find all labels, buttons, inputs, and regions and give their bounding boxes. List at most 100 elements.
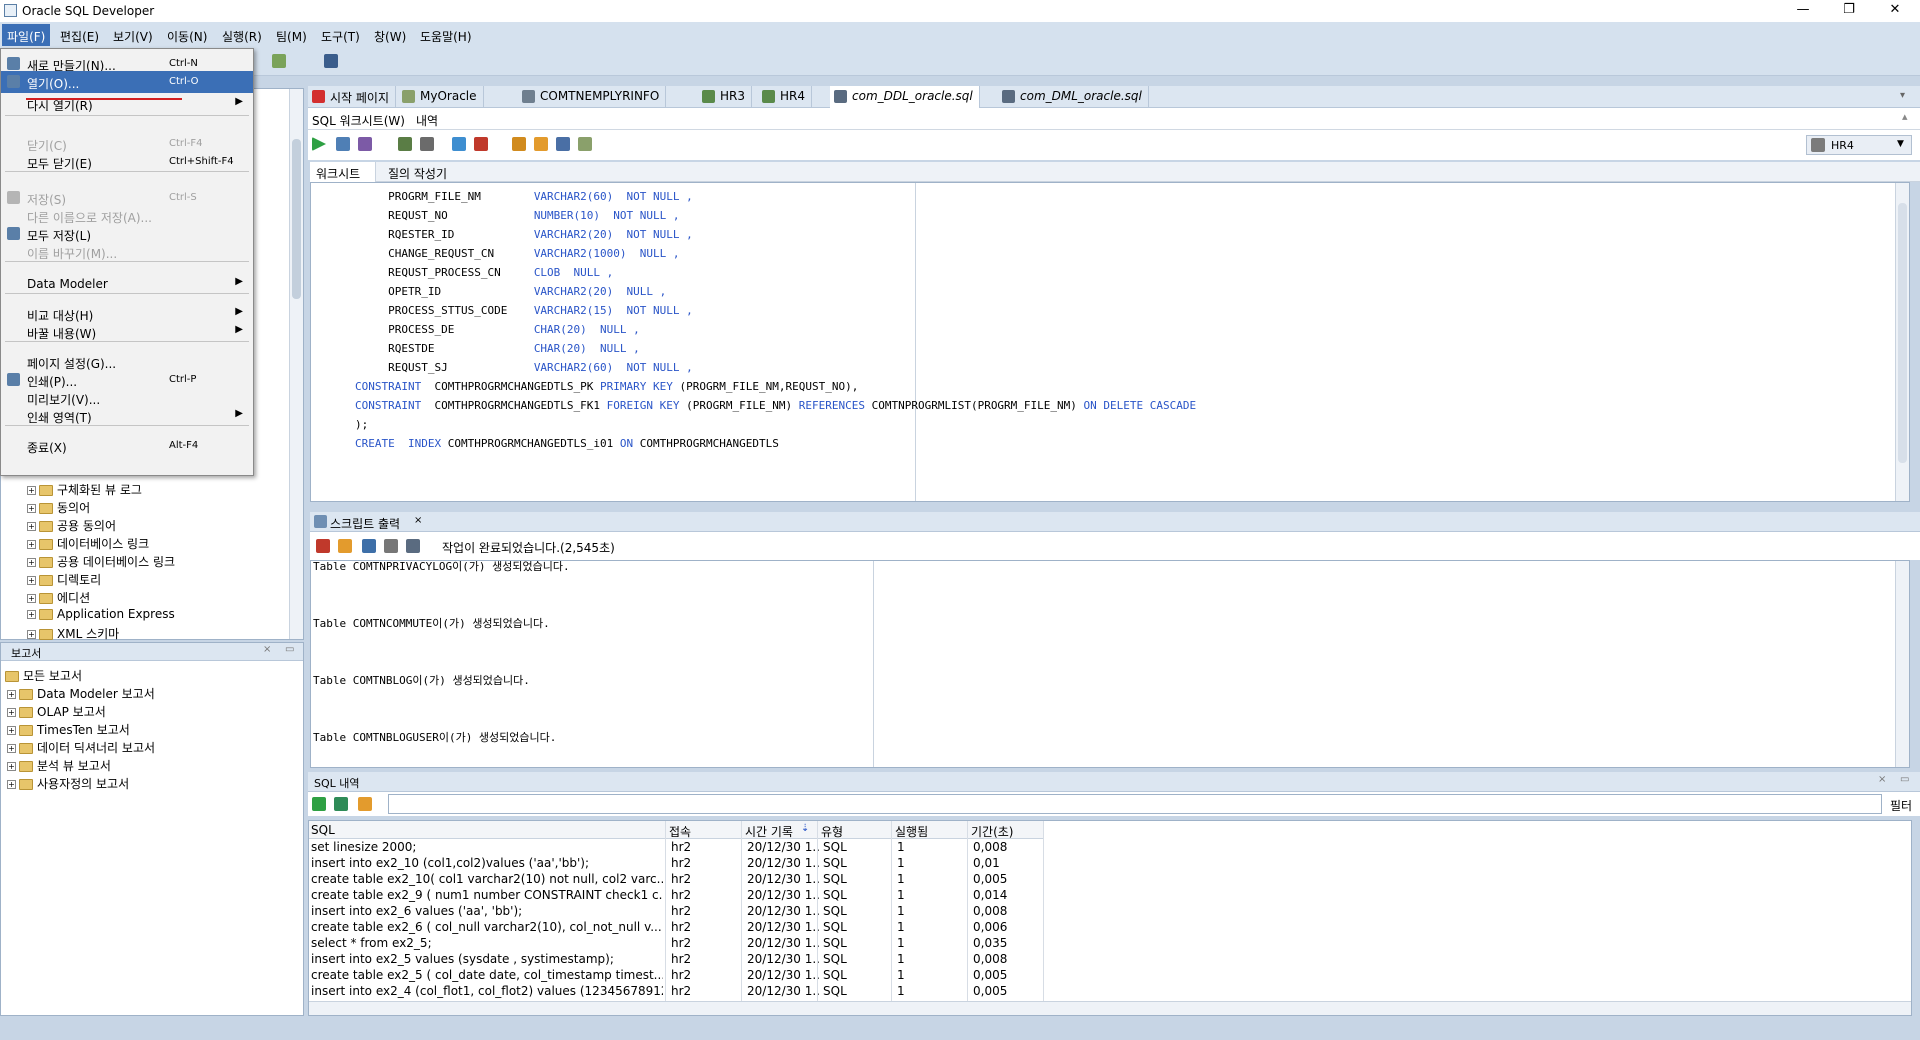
history-row[interactable]: insert into ex2_6 values ('aa', 'bb'); hr… xyxy=(309,903,1043,919)
reports-root[interactable]: 모든 보고서 xyxy=(5,667,82,685)
output-scrollbar[interactable] xyxy=(1895,561,1909,767)
expand-icon[interactable]: + xyxy=(7,708,16,717)
col-timestamp[interactable]: 시간 기록 xyxy=(745,823,793,840)
file-menu-item[interactable]: 인쇄 영역(T) ▶ xyxy=(1,405,253,427)
history-row[interactable]: create table ex2_10( col1 varchar2(10) n… xyxy=(309,871,1043,887)
append-icon[interactable] xyxy=(312,797,326,811)
clear-icon[interactable] xyxy=(534,137,548,151)
menu-tools[interactable]: 도구(T) xyxy=(321,28,360,45)
history-label[interactable]: 내역 xyxy=(416,112,438,129)
menu-run[interactable]: 실행(R) xyxy=(222,28,262,45)
pin-icon[interactable] xyxy=(316,539,330,553)
history-row[interactable]: insert into ex2_10 (col1,col2)values ('a… xyxy=(309,855,1043,871)
save-icon[interactable] xyxy=(362,539,376,553)
export-icon[interactable] xyxy=(406,539,420,553)
tab-worksheet[interactable]: 워크시트 xyxy=(316,165,360,182)
replace-icon[interactable] xyxy=(334,797,348,811)
editor-tab[interactable]: MyOracle xyxy=(398,86,484,108)
tree-item[interactable]: + 디렉토리 xyxy=(27,571,101,589)
filter-input[interactable] xyxy=(388,794,1882,814)
file-menu-item[interactable]: 이름 바꾸기(M)... xyxy=(1,241,253,263)
script-output-area[interactable]: Table COMTNPRIVACYLOG이(가) 생성되었습니다. Table … xyxy=(310,560,1910,768)
eraser-icon[interactable] xyxy=(338,539,352,553)
tree-item[interactable]: + 데이터베이스 링크 xyxy=(27,535,149,553)
expand-icon[interactable]: + xyxy=(27,610,36,619)
menu-edit[interactable]: 편집(E) xyxy=(60,28,99,45)
file-menu-item[interactable]: 종료(X) Alt-F4 xyxy=(1,435,253,457)
menu-navigate[interactable]: 이동(N) xyxy=(167,28,207,45)
report-item[interactable]: + 사용자정의 보고서 xyxy=(7,775,129,793)
connection-selector[interactable]: HR4 ▼ xyxy=(1806,135,1912,155)
clear-history-icon[interactable] xyxy=(358,797,372,811)
col-sql[interactable]: SQL xyxy=(311,823,335,837)
history-row[interactable]: create table ex2_6 ( col_null varchar2(1… xyxy=(309,919,1043,935)
print-icon[interactable] xyxy=(384,539,398,553)
maximize-button[interactable]: ❐ xyxy=(1826,0,1872,22)
filter-label[interactable]: 필터 xyxy=(1890,797,1912,814)
expand-icon[interactable]: + xyxy=(27,486,36,495)
history-row[interactable]: create table ex2_9 ( num1 number CONSTRA… xyxy=(309,887,1043,903)
editor-tab[interactable]: com_DDL_oracle.sql xyxy=(830,86,980,108)
file-menu-item[interactable]: 열기(O)... Ctrl-O xyxy=(1,71,253,93)
editor-tab[interactable]: HR4 xyxy=(758,86,812,108)
tree-item[interactable]: + 동의어 xyxy=(27,499,90,517)
col-executed[interactable]: 실행됨 xyxy=(895,823,928,840)
editor-tab[interactable]: COMTNEMPLYRINFO xyxy=(518,86,667,108)
history-hscrollbar[interactable] xyxy=(309,1001,1911,1015)
col-duration[interactable]: 기간(초) xyxy=(971,823,1013,840)
worksheet-label[interactable]: SQL 워크시트(W) xyxy=(312,112,405,129)
close-button[interactable]: ✕ xyxy=(1872,0,1918,22)
rollback-icon[interactable] xyxy=(474,137,488,151)
tree-item[interactable]: + Application Express xyxy=(27,607,175,625)
expand-icon[interactable]: + xyxy=(27,594,36,603)
sql-tuning-icon[interactable] xyxy=(420,137,434,151)
expand-icon[interactable]: + xyxy=(7,780,16,789)
file-menu-item[interactable]: 다시 열기(R) ▶ xyxy=(1,93,253,115)
tree-item[interactable]: + 구체화된 뷰 로그 xyxy=(27,481,142,499)
col-type[interactable]: 유형 xyxy=(821,823,843,840)
tree-item[interactable]: + 공용 데이터베이스 링크 xyxy=(27,553,175,571)
file-menu-item[interactable]: Data Modeler ▶ xyxy=(1,273,253,295)
restore-icon[interactable]: ▭ xyxy=(1900,774,1909,785)
tree-item[interactable]: + 에디션 xyxy=(27,589,90,607)
sort-desc-icon[interactable]: ⇣ xyxy=(801,823,809,834)
editor-scrollbar[interactable] xyxy=(1895,183,1909,501)
run-statement-icon[interactable] xyxy=(312,137,326,151)
editor-scroll-thumb[interactable] xyxy=(1898,203,1907,463)
format-icon[interactable] xyxy=(512,137,526,151)
tab-list-icon[interactable]: ▾ xyxy=(1900,90,1905,101)
menu-help[interactable]: 도움말(H) xyxy=(420,28,472,45)
script-output-tab[interactable]: 스크립트 출력 xyxy=(330,515,400,532)
expand-icon[interactable]: + xyxy=(7,690,16,699)
expand-icon[interactable]: + xyxy=(27,540,36,549)
expand-icon[interactable]: + xyxy=(27,522,36,531)
restore-icon[interactable]: ▭ xyxy=(285,644,294,655)
minimize-button[interactable]: — xyxy=(1780,0,1826,22)
connections-scroll-thumb[interactable] xyxy=(292,139,301,299)
report-item[interactable]: + Data Modeler 보고서 xyxy=(7,685,155,703)
history-row[interactable]: set linesize 2000; hr2 20/12/30 1... SQL 1 0,… xyxy=(309,839,1043,855)
minimize-icon[interactable]: × xyxy=(263,644,271,655)
expand-icon[interactable]: + xyxy=(7,744,16,753)
code-area[interactable]: PROGRM_FILE_NM VARCHAR2(60) NOT NULL , R… xyxy=(355,187,1196,453)
report-item[interactable]: + 분석 뷰 보고서 xyxy=(7,757,111,775)
explain-plan-icon[interactable] xyxy=(398,137,412,151)
col-connection[interactable]: 접속 xyxy=(669,823,691,840)
report-item[interactable]: + 데이터 딕셔너리 보고서 xyxy=(7,739,155,757)
tree-item[interactable]: + XML 스키마 xyxy=(27,625,119,643)
history-row[interactable]: insert into ex2_5 values (sysdate , syst… xyxy=(309,951,1043,967)
history-row[interactable]: create table ex2_5 ( col_date date, col_… xyxy=(309,967,1043,983)
file-menu-item[interactable]: 모두 닫기(E) Ctrl+Shift-F4 xyxy=(1,151,253,173)
editor-tab[interactable]: HR3 xyxy=(698,86,752,108)
minimize-icon[interactable]: × xyxy=(1878,774,1886,785)
binoculars-icon[interactable] xyxy=(324,54,338,68)
autotrace-icon[interactable] xyxy=(358,137,372,151)
expand-icon[interactable]: + xyxy=(27,504,36,513)
expand-icon[interactable]: + xyxy=(27,576,36,585)
pin-icon[interactable]: ▴ xyxy=(1902,110,1908,123)
history-row[interactable]: insert into ex2_4 (col_flot1, col_flot2)… xyxy=(309,983,1043,999)
expand-icon[interactable]: + xyxy=(27,630,36,639)
menu-team[interactable]: 팀(M) xyxy=(276,28,307,45)
history-icon[interactable] xyxy=(556,137,570,151)
history-row[interactable]: select * from ex2_5; hr2 20/12/30 1... SQL 1… xyxy=(309,935,1043,951)
